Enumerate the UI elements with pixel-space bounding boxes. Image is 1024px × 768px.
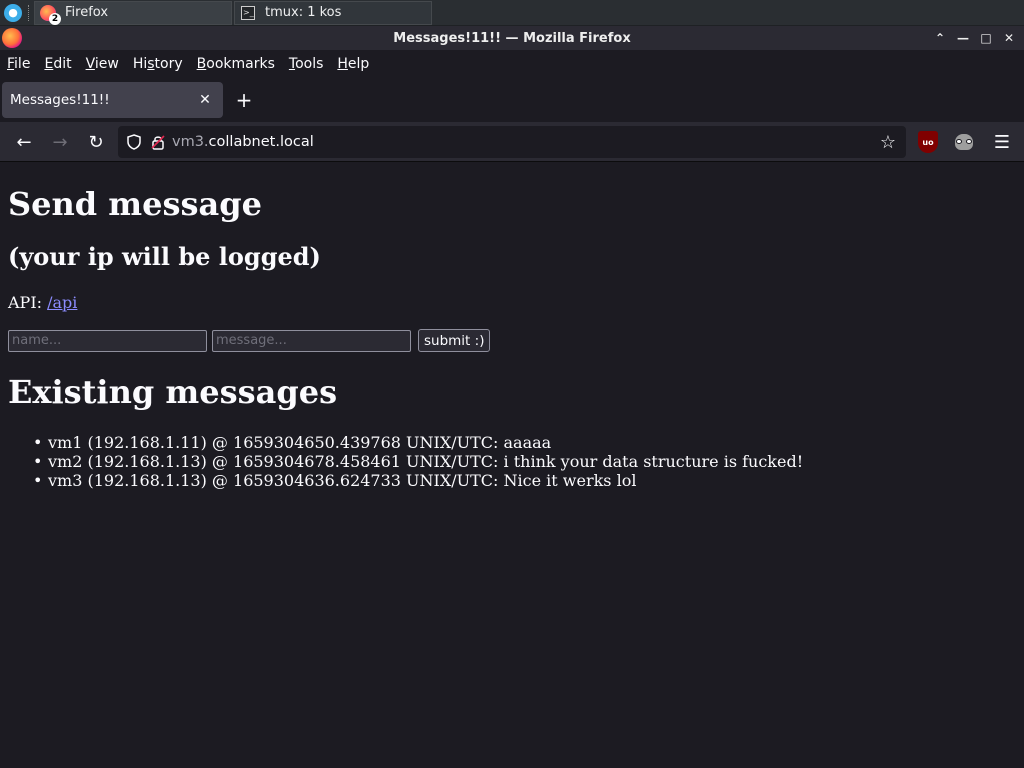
api-label: API: (8, 293, 48, 312)
new-tab-icon[interactable]: + (232, 88, 256, 112)
maximize-icon[interactable]: □ (975, 27, 997, 49)
tab-messages[interactable]: Messages!11!! ✕ (2, 82, 223, 118)
url-text[interactable]: vm3.collabnet.local (172, 134, 314, 150)
message-form: submit :) (8, 329, 491, 352)
submit-button[interactable]: submit :) (418, 329, 491, 352)
menu-bar: File Edit View History Bookmarks Tools H… (0, 50, 1024, 78)
message-input[interactable] (212, 329, 411, 352)
tab-title: Messages!11!! (10, 92, 110, 108)
taskbar-tmux-label: tmux: 1 kos (265, 5, 342, 20)
page-content: Send message (your ip will be logged) AP… (0, 163, 1024, 768)
back-icon[interactable]: ← (10, 128, 38, 156)
list-item: vm2 (192.168.1.13) @ 1659304678.458461 U… (33, 452, 803, 471)
api-link[interactable]: /api (47, 293, 77, 312)
list-item: vm3 (192.168.1.13) @ 1659304636.624733 U… (33, 471, 803, 490)
tracking-protection-shield-icon[interactable] (122, 130, 146, 154)
minimize-icon[interactable]: — (952, 27, 974, 49)
tab-strip: Messages!11!! ✕ + (0, 78, 1024, 122)
taskbar-separator (28, 4, 32, 21)
taskbar-tmux-button[interactable]: >_ tmux: 1 kos (234, 0, 432, 25)
reload-icon[interactable]: ↻ (82, 128, 110, 156)
menu-edit[interactable]: Edit (37, 56, 78, 72)
api-line: API: /api (8, 293, 77, 312)
menu-file[interactable]: File (0, 56, 37, 72)
window-title: Messages!11!! — Mozilla Firefox (393, 30, 631, 46)
window-controls: ⌃ — □ ✕ (928, 26, 1020, 50)
menu-tools[interactable]: Tools (282, 56, 331, 72)
menu-history[interactable]: History (126, 56, 190, 72)
taskbar: ● 2 Firefox >_ tmux: 1 kos (0, 0, 1024, 26)
menu-help[interactable]: Help (330, 56, 376, 72)
name-input[interactable] (8, 329, 207, 352)
close-icon[interactable]: ✕ (998, 27, 1020, 49)
insecure-lock-icon[interactable] (146, 130, 170, 154)
taskbar-firefox-button[interactable]: 2 Firefox (34, 0, 232, 25)
close-tab-icon[interactable]: ✕ (195, 90, 215, 110)
page-subheading: (your ip will be logged) (8, 242, 321, 271)
url-bar[interactable]: vm3.collabnet.local ☆ (118, 126, 906, 158)
forward-icon[interactable]: → (46, 128, 74, 156)
menu-view[interactable]: View (79, 56, 126, 72)
page-heading: Send message (8, 185, 262, 223)
keep-above-icon[interactable]: ⌃ (929, 27, 951, 49)
bookmark-star-icon[interactable]: ☆ (876, 130, 900, 154)
navigation-toolbar: ← → ↻ vm3.collabnet.local ☆ uo ☰ (0, 122, 1024, 162)
taskbar-firefox-label: Firefox (65, 5, 109, 20)
window-count-badge: 2 (49, 12, 61, 25)
app-launcher-icon[interactable]: ● (4, 3, 22, 22)
message-list: vm1 (192.168.1.11) @ 1659304650.439768 U… (33, 433, 803, 490)
firefox-icon (2, 28, 22, 48)
list-item: vm1 (192.168.1.11) @ 1659304650.439768 U… (33, 433, 803, 452)
firefox-icon: 2 (39, 4, 61, 25)
menu-bookmarks[interactable]: Bookmarks (190, 56, 282, 72)
terminal-icon: >_ (239, 4, 257, 22)
extension-icon[interactable] (953, 131, 975, 153)
hamburger-menu-icon[interactable]: ☰ (988, 128, 1016, 156)
window-titlebar[interactable]: Messages!11!! — Mozilla Firefox ⌃ — □ ✕ (0, 26, 1024, 50)
existing-messages-heading: Existing messages (8, 373, 338, 411)
ublock-origin-icon[interactable]: uo (918, 131, 938, 153)
